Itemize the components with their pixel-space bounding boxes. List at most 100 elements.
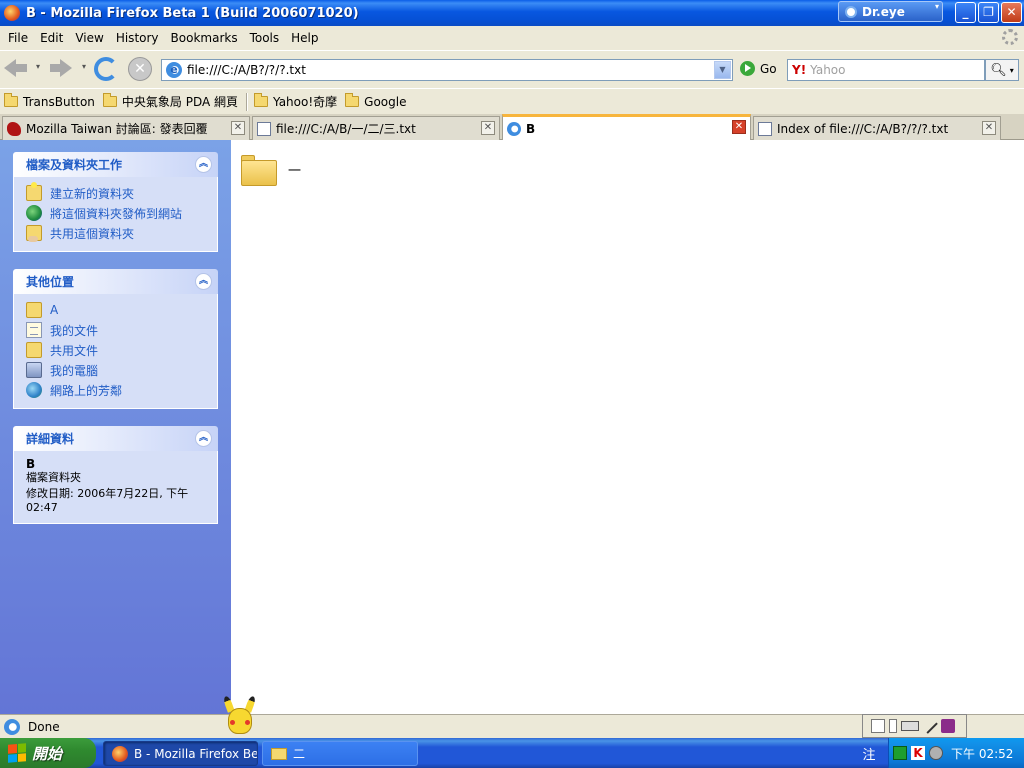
kaspersky-icon[interactable]: K [911,746,925,760]
search-button[interactable]: 🔍︎ ▾ [985,59,1019,81]
panel-header[interactable]: 其他位置 ︽ [13,269,218,294]
url-history-dropdown-icon[interactable]: ▼ [714,61,731,79]
place-label: 網路上的芳鄰 [50,383,123,398]
menu-bar: File Edit View History Bookmarks Tools H… [0,26,1024,50]
page-favicon-icon: e [166,62,182,78]
keyboard-icon[interactable] [901,721,919,731]
pikachu-icon [222,695,258,736]
folder-label[interactable]: 一 [288,160,301,179]
tab-b[interactable]: B ✕ [502,114,751,140]
tab-file-san-txt[interactable]: file:///C:/A/B/一/二/三.txt ✕ [252,116,500,140]
toolbar-separator [246,92,249,111]
menu-file[interactable]: File [2,31,34,45]
go-icon [740,61,755,76]
yahoo-engine-icon[interactable]: Y! [792,63,806,77]
tab-label: B [526,121,536,136]
taskbar-item-firefox[interactable]: B - Mozilla Firefox Be... [103,741,258,766]
url-text[interactable]: file:///C:/A/B?/?/?.txt [187,63,714,77]
collapse-chevron-icon[interactable]: ︽ [195,430,212,447]
task-label: B - Mozilla Firefox Be... [134,746,258,761]
place-my-documents[interactable]: 我的文件 [26,320,217,340]
tab-label: Mozilla Taiwan 討論區: 發表回覆 [26,122,208,136]
explorer-task-pane: 檔案及資料夾工作 ︽ 建立新的資料夾 將這個資料夾發佈到網站 共用這個資料夾 其… [0,140,231,714]
pen-icon[interactable] [922,718,938,734]
bookmark-google[interactable]: Google [345,93,406,109]
place-shared-documents[interactable]: 共用文件 [26,340,217,360]
window-title: B - Mozilla Firefox Beta 1 (Build 200607… [26,5,359,21]
bookmark-cwb-pda[interactable]: 中央氣象局 PDA 網頁 [102,93,238,110]
start-label: 開始 [32,744,63,763]
stop-icon[interactable]: ✕ [128,57,152,81]
menu-view[interactable]: View [69,31,109,45]
reload-icon[interactable] [94,57,118,81]
place-network[interactable]: 網路上的芳鄰 [26,380,217,400]
forward-button[interactable] [48,56,76,82]
panel-header[interactable]: 檔案及資料夾工作 ︽ [13,152,218,177]
place-my-computer[interactable]: 我的電腦 [26,360,217,380]
back-dropdown-icon[interactable]: ▾ [36,62,40,71]
dreye-dropdown-icon[interactable]: ▾ [935,2,939,11]
menu-history[interactable]: History [110,31,165,45]
tab-index-of[interactable]: Index of file:///C:/A/B?/?/?.txt ✕ [753,116,1001,140]
place-label: 我的文件 [50,323,99,338]
place-label: 共用文件 [50,343,99,358]
tab-bar: Mozilla Taiwan 討論區: 發表回覆 ✕ file:///C:/A/… [0,114,1024,140]
go-button[interactable]: Go [740,61,777,76]
back-button[interactable] [4,56,32,82]
tab-close-icon[interactable]: ✕ [231,121,245,135]
forward-arrow-icon [48,56,74,78]
tab-close-icon[interactable]: ✕ [732,120,746,134]
collapse-chevron-icon[interactable]: ︽ [195,156,212,173]
task-publish-web[interactable]: 將這個資料夾發佈到網站 [26,203,217,223]
green-tray-icon[interactable] [893,746,907,760]
search-input[interactable]: Y! Yahoo [787,59,985,81]
folder-icon [254,93,269,107]
dictionary-icon[interactable] [941,719,955,733]
panel-header[interactable]: 詳細資料 ︽ [13,426,218,451]
taskbar: 開始 B - Mozilla Firefox Be... 二 注 K 下午 02… [0,738,1024,768]
search-engine-dropdown-icon[interactable]: ▾ [1010,66,1014,75]
panel-body: B 檔案資料夾 修改日期: 2006年7月22日, 下午 02:47 [13,451,218,524]
url-bar[interactable]: e file:///C:/A/B?/?/?.txt ▼ [161,59,733,81]
page-icon [758,121,772,136]
page-content: 檔案及資料夾工作 ︽ 建立新的資料夾 將這個資料夾發佈到網站 共用這個資料夾 其… [0,140,1024,714]
task-label: 建立新的資料夾 [50,186,135,201]
tab-mozilla-taiwan[interactable]: Mozilla Taiwan 討論區: 發表回覆 ✕ [2,116,250,140]
bookmark-label: Yahoo!奇摩 [273,95,338,109]
ime-halfwidth-icon[interactable] [889,719,897,733]
ime-indicator[interactable]: 注 [858,744,880,763]
forward-dropdown-icon[interactable]: ▾ [82,62,86,71]
ie-icon [507,121,521,136]
go-label: Go [760,61,777,76]
taskbar-item-folder[interactable]: 二 [262,741,418,766]
folder-icon[interactable] [241,152,277,188]
tab-close-icon[interactable]: ✕ [982,121,996,135]
panel-title: 檔案及資料夾工作 [26,158,123,172]
minimize-button[interactable]: _ [955,2,976,23]
close-button[interactable]: ✕ [1001,2,1022,23]
menu-help[interactable]: Help [285,31,324,45]
maximize-button[interactable]: ❐ [978,2,999,23]
menu-edit[interactable]: Edit [34,31,69,45]
tab-close-icon[interactable]: ✕ [481,121,495,135]
details-modified: 修改日期: 2006年7月22日, 下午 02:47 [26,487,189,514]
bookmark-transbutton[interactable]: TransButton [4,93,95,109]
network-icon [26,382,42,398]
task-share-folder[interactable]: 共用這個資料夾 [26,223,217,243]
dreye-button[interactable]: Dr.eye ▾ [838,1,943,22]
start-button[interactable]: 開始 [0,738,96,768]
clock[interactable]: 下午 02:52 [951,745,1013,762]
ime-mode-icon[interactable] [871,719,885,733]
bookmark-yahoo-kimo[interactable]: Yahoo!奇摩 [254,93,337,110]
task-new-folder[interactable]: 建立新的資料夾 [26,182,217,203]
place-a[interactable]: A [26,300,217,320]
status-page-icon [4,718,20,735]
dino-icon [7,121,21,136]
ime-toolbar[interactable] [862,714,967,738]
menu-bookmarks[interactable]: Bookmarks [165,31,244,45]
panel-file-folder-tasks: 檔案及資料夾工作 ︽ 建立新的資料夾 將這個資料夾發佈到網站 共用這個資料夾 [13,152,218,252]
volume-icon[interactable] [929,746,943,760]
share-folder-icon [26,225,42,242]
collapse-chevron-icon[interactable]: ︽ [195,273,212,290]
menu-tools[interactable]: Tools [244,31,286,45]
